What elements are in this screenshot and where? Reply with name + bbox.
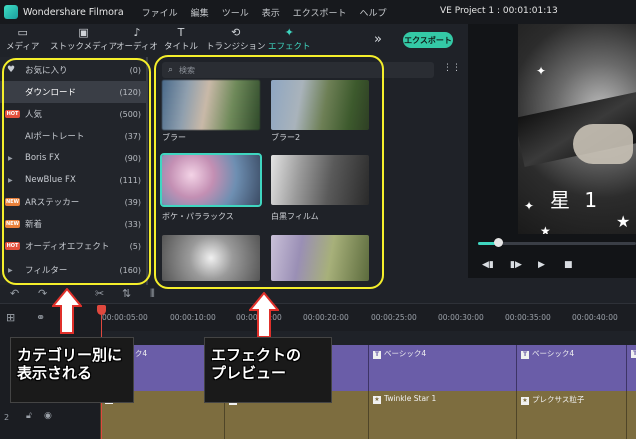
tab-media[interactable]: ▭ メディア <box>6 25 39 53</box>
ruler-tick: 00:00:10:00 <box>170 313 216 322</box>
stock-media-icon: ▣ <box>78 25 89 39</box>
playhead-handle[interactable] <box>97 305 106 315</box>
menu-tools[interactable]: ツール <box>222 6 249 19</box>
annotation-callout-preview: エフェクトの プレビュー <box>204 337 332 403</box>
menu-export[interactable]: エクスポート <box>293 6 347 19</box>
effects-icon: ✦ <box>284 25 294 39</box>
adjust-icon[interactable]: ⇅ <box>122 287 131 300</box>
title-type-icon: T <box>373 351 381 359</box>
eye-icon[interactable]: ◉ <box>44 411 52 421</box>
title-clip[interactable]: T ベーシック4 <box>368 345 516 391</box>
scissors-icon[interactable]: ✂ <box>95 287 104 300</box>
step-back-icon[interactable]: ◀▮ <box>482 260 494 270</box>
link-icon[interactable]: ⚭ <box>36 311 45 324</box>
undo-icon[interactable]: ↶ <box>10 287 19 300</box>
star-type-icon: ★ <box>373 396 381 404</box>
track-number: 2 <box>4 413 10 422</box>
tab-transition[interactable]: ⟲ トランジション <box>206 25 266 53</box>
ruler-tick: 00:00:30:00 <box>438 313 484 322</box>
star-icon: ★ <box>616 212 631 231</box>
hand-image <box>573 124 633 164</box>
menu-help[interactable]: ヘルプ <box>359 6 386 19</box>
star-icon: ★ <box>540 224 551 234</box>
ruler-tick: 00:00:35:00 <box>505 313 551 322</box>
clip-label: ベーシック4 <box>384 349 427 358</box>
export-button[interactable]: エクスポート <box>403 32 453 48</box>
title-clip[interactable]: T <box>626 345 636 391</box>
callout-line: エフェクトの <box>211 346 302 364</box>
effect-track: ★ ★星 1 ★Twinkle Star 1 ★プレクサス粒子 <box>100 391 636 439</box>
timeline-ruler[interactable]: 00:00:05:00 00:00:10:00 00:00:15:00 00:0… <box>100 309 636 331</box>
star-type-icon: ★ <box>521 397 529 405</box>
audio-wave-icon[interactable]: ⦀ <box>150 287 155 301</box>
filmora-logo-icon <box>4 5 18 19</box>
title-bar: Wondershare Filmora ファイル 編集 ツール 表示 エクスポー… <box>0 0 636 24</box>
lock-icon[interactable]: 🔓︎ <box>26 411 32 421</box>
callout-line: カテゴリー別に <box>17 346 123 364</box>
annotation-callout-categories: カテゴリー別に 表示される <box>10 337 134 403</box>
clip-label: ベーシック4 <box>532 349 575 358</box>
annotation-box-preview <box>154 55 384 289</box>
title-clip[interactable]: T ベーシック4 <box>516 345 626 391</box>
tab-effects[interactable]: ✦ エフェクト <box>268 25 311 53</box>
play-pause-icon[interactable]: ▮▶ <box>510 260 522 270</box>
effect-clip[interactable] <box>626 391 636 439</box>
star-icon: ✦ <box>524 199 535 213</box>
app-name: Wondershare Filmora <box>23 6 124 18</box>
callout-line: プレビュー <box>211 364 287 382</box>
playhead-knob[interactable] <box>494 238 503 247</box>
ruler-tick: 00:00:20:00 <box>303 313 349 322</box>
main-toolbar: ▭ メディア ▣ ストックメディア ♪ オーディオ T タイトル ⟲ トランジシ… <box>0 24 468 56</box>
tab-title[interactable]: T タイトル <box>164 25 198 53</box>
play-icon[interactable]: ▶ <box>538 260 545 270</box>
title-track: ベーシック4 Tベーシック4 Tベーシック4 T <box>100 345 636 391</box>
ruler-tick: 00:00:25:00 <box>371 313 417 322</box>
title-type-icon: T <box>631 350 636 358</box>
menu-file[interactable]: ファイル <box>142 6 178 19</box>
preview-panel: ✦ ✦ ★ ★ 星 1 ◀▮ ▮▶ ▶ ■ <box>468 24 636 278</box>
project-title: VE Project 1 : 00:01:01:13 <box>440 6 558 16</box>
menu-bar: ファイル 編集 ツール 表示 エクスポート ヘルプ <box>142 6 387 19</box>
menu-edit[interactable]: 編集 <box>191 6 209 19</box>
menu-view[interactable]: 表示 <box>262 6 280 19</box>
grid-view-icon[interactable]: ⋮⋮ <box>443 63 461 73</box>
add-track-icon[interactable]: ⊞ <box>6 311 15 324</box>
folder-icon: ▭ <box>17 25 28 39</box>
ruler-tick: 00:00:40:00 <box>572 313 618 322</box>
preview-video: ✦ ✦ ★ ★ 星 1 <box>518 24 636 234</box>
stop-icon[interactable]: ■ <box>564 260 573 270</box>
tab-audio[interactable]: ♪ オーディオ <box>116 25 158 53</box>
redo-icon[interactable]: ↷ <box>38 287 47 300</box>
ruler-tick: 00:00:05:00 <box>102 313 148 322</box>
title-t-icon: T <box>177 25 185 39</box>
effect-clip[interactable]: ★ Twinkle Star 1 <box>368 391 516 439</box>
annotation-arrow-left <box>52 288 82 334</box>
tab-stock-media[interactable]: ▣ ストックメディア <box>50 25 117 53</box>
callout-line: 表示される <box>17 364 93 382</box>
title-type-icon: T <box>521 351 529 359</box>
more-chevron-icon[interactable]: » <box>374 32 382 47</box>
effect-clip[interactable]: ★ プレクサス粒子 <box>516 391 626 439</box>
music-note-icon: ♪ <box>133 25 141 39</box>
overlay-title-text: 星 1 <box>550 188 602 212</box>
annotation-box-categories <box>2 58 151 285</box>
transition-icon: ⟲ <box>231 25 241 39</box>
annotation-arrow-right <box>249 292 279 338</box>
star-icon: ✦ <box>536 64 547 78</box>
clip-label: プレクサス粒子 <box>532 395 585 404</box>
clip-label: Twinkle Star 1 <box>384 394 437 403</box>
